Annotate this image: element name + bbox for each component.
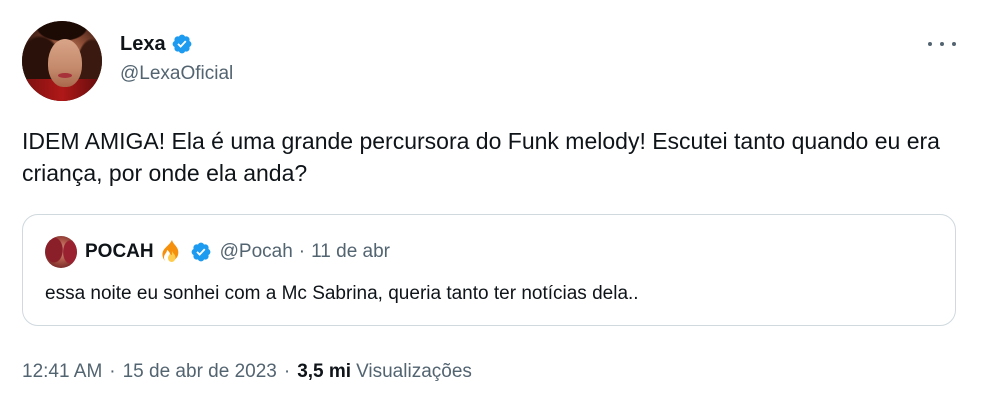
author-display-name[interactable]: Lexa: [120, 33, 166, 56]
meta-separator: ·: [109, 361, 116, 382]
quoted-verified-badge-icon: [191, 242, 211, 262]
author-avatar[interactable]: [22, 21, 102, 101]
tweet-text: IDEM AMIGA! Ela é uma grande percursora …: [22, 128, 940, 186]
tweet-card: Lexa @LexaOficial IDEM AMIGA! Ela é uma …: [0, 0, 984, 404]
tweet-time[interactable]: 12:41 AM: [22, 361, 102, 383]
author-handle[interactable]: @LexaOficial: [120, 63, 233, 85]
quoted-author-handle: @Pocah: [219, 241, 293, 262]
fire-emoji-icon: [162, 240, 178, 262]
verified-badge-icon: [172, 34, 191, 54]
tweet-date[interactable]: 15 de abr de 2023: [123, 361, 277, 383]
more-options-icon[interactable]: [928, 36, 956, 52]
views-label: Visualizações: [356, 361, 472, 382]
quoted-tweet-header: POCAH @Pocah · 11 de abr: [85, 237, 390, 267]
views-count: 3,5 mi: [297, 361, 352, 382]
quoted-separator: ·: [298, 241, 306, 262]
quoted-tweet[interactable]: POCAH @Pocah · 11 de abr essa noite eu s…: [22, 214, 956, 326]
quoted-author-avatar[interactable]: [45, 236, 77, 268]
quoted-date[interactable]: 11 de abr: [311, 241, 390, 263]
quoted-tweet-text: essa noite eu sonhei com a Mc Sabrina, q…: [45, 283, 639, 304]
author-name-row: Lexa: [120, 30, 193, 58]
quoted-author-display-name: POCAH: [85, 241, 154, 262]
tweet-metadata: 12:41 AM · 15 de abr de 2023 · 3,5 mi Vi…: [22, 358, 472, 386]
meta-separator: ·: [283, 361, 291, 382]
